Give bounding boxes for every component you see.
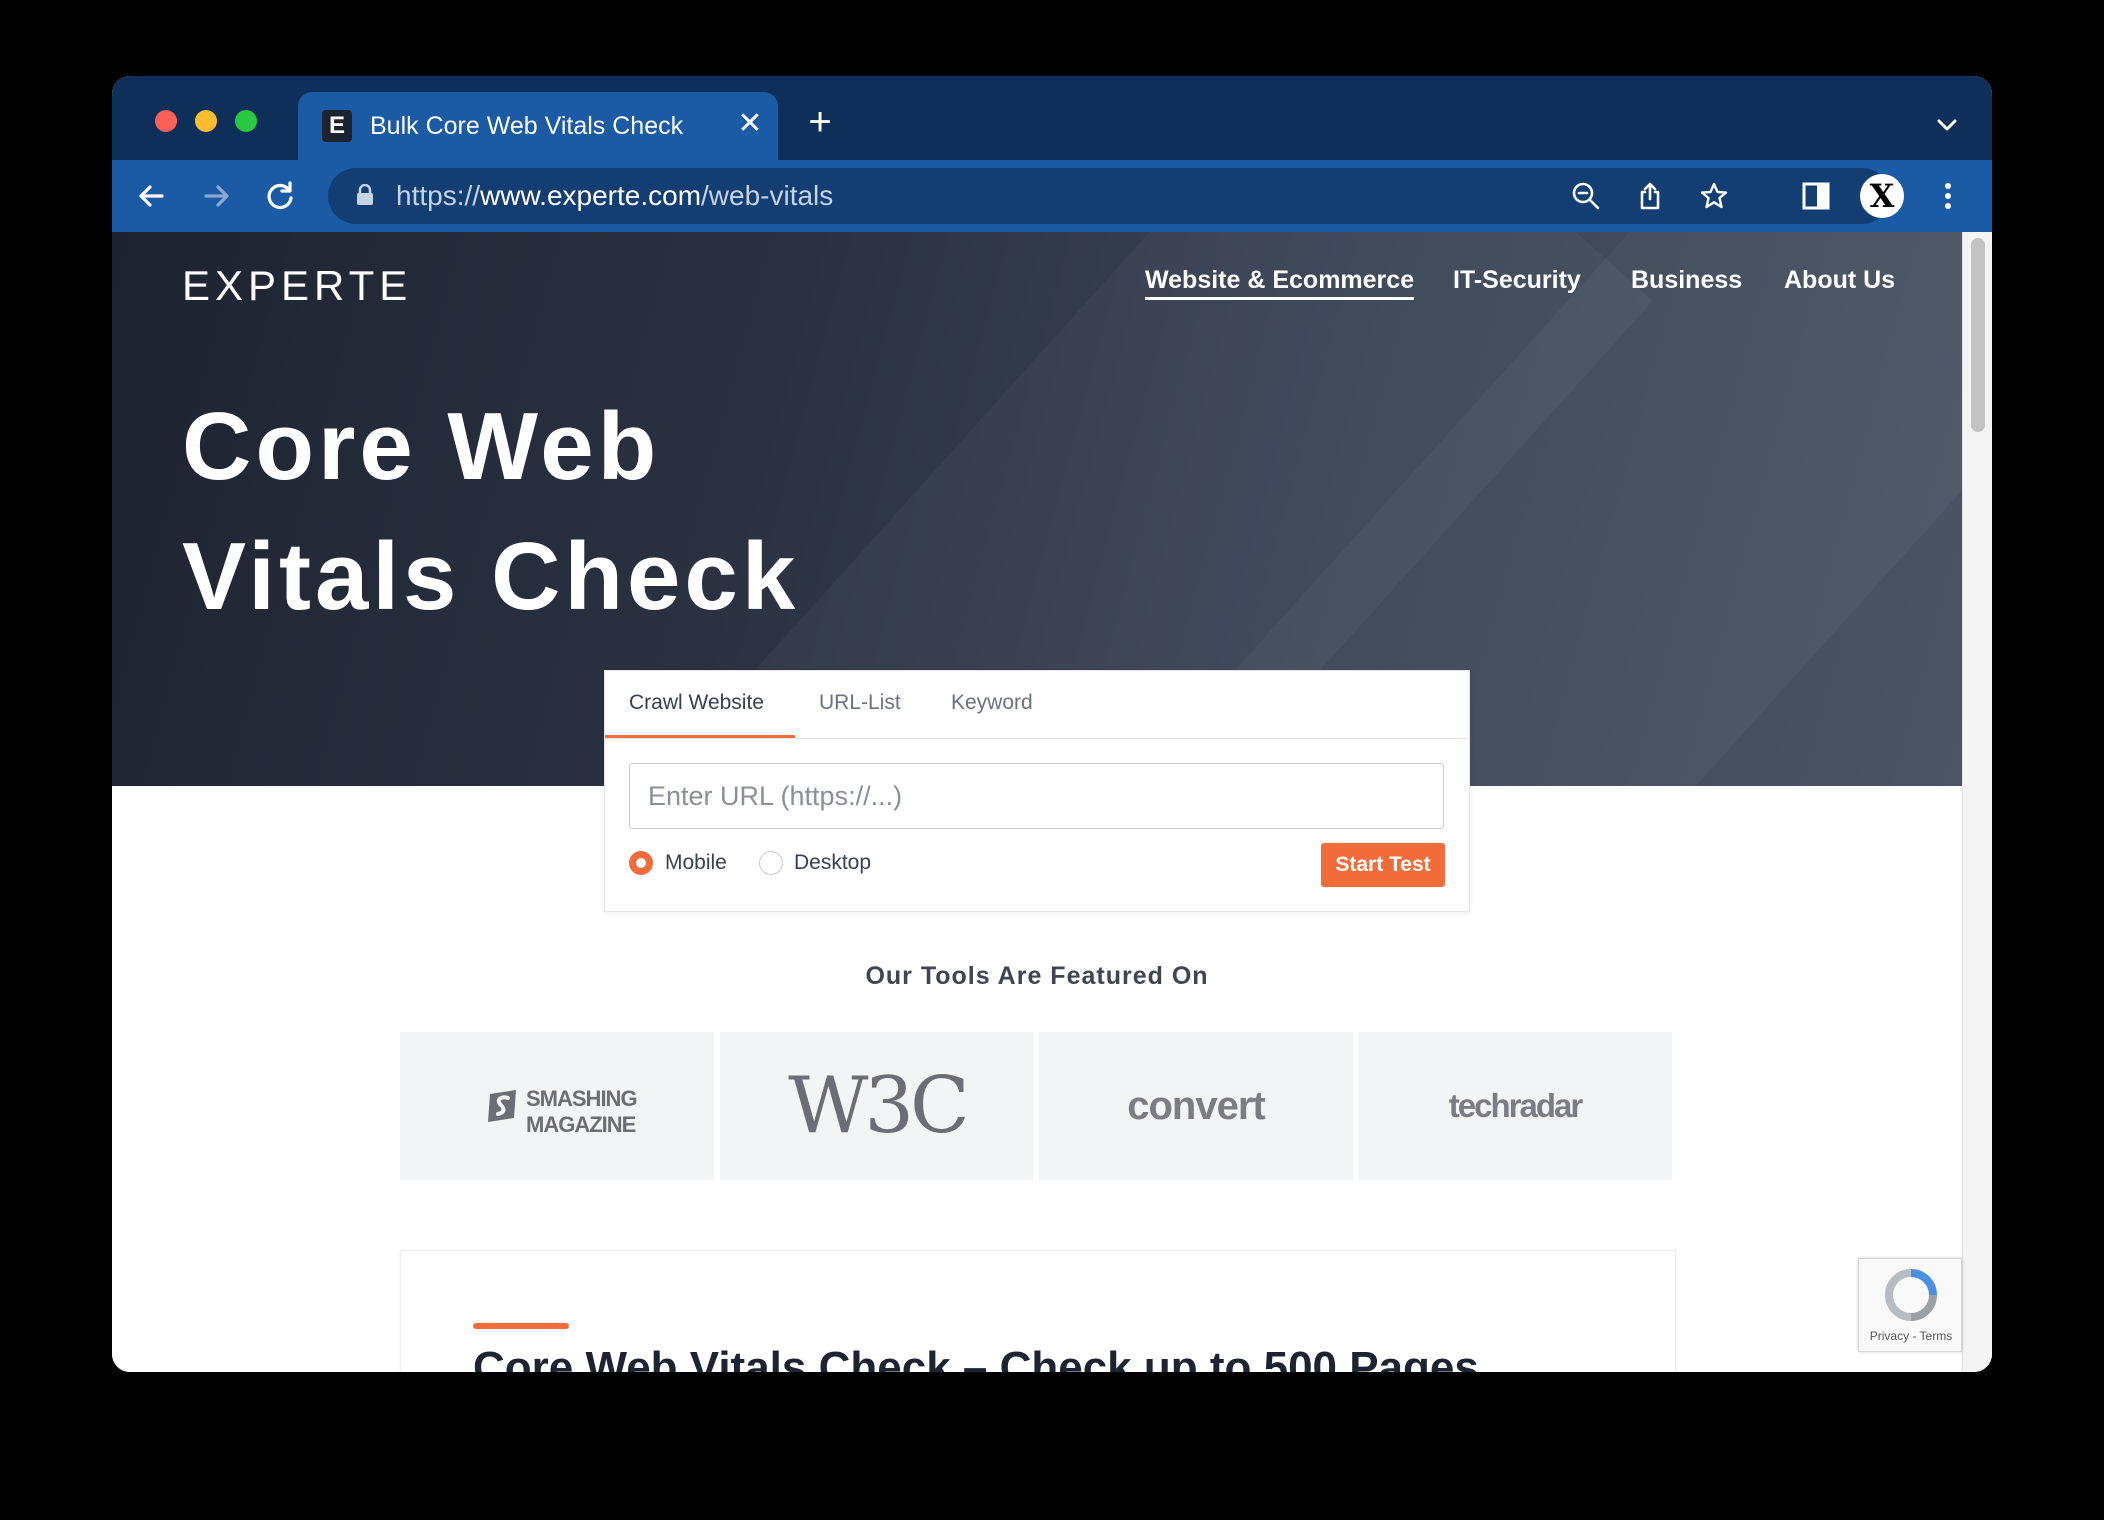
page-scrollbar[interactable] — [1962, 232, 1992, 1372]
logo-convert: convert — [1039, 1032, 1353, 1180]
page-viewport: EXPERTE Website & Ecommerce IT-Security … — [112, 232, 1992, 1372]
address-bar[interactable]: https://www.experte.com/web-vitals — [328, 168, 1890, 224]
smashing-s-icon — [488, 1090, 516, 1122]
experte-favicon-icon: E — [322, 110, 352, 142]
nav-it-security[interactable]: IT-Security — [1453, 266, 1581, 295]
logo-smashing-magazine: SMASHING MAGAZINE — [400, 1032, 714, 1180]
start-test-button[interactable]: Start Test — [1321, 843, 1445, 887]
chevron-down-icon[interactable] — [1932, 110, 1962, 140]
tab-crawl-website[interactable]: Crawl Website — [629, 691, 764, 715]
tab-title: Bulk Core Web Vitals Check » Test — [370, 112, 690, 140]
recaptcha-badge[interactable]: Privacy - Terms — [1858, 1258, 1962, 1352]
smashing-wordmark: SMASHING MAGAZINE — [526, 1086, 638, 1137]
url-text: https://www.experte.com/web-vitals — [396, 180, 834, 211]
side-panel-icon[interactable] — [1796, 176, 1836, 216]
share-icon[interactable] — [1634, 180, 1666, 212]
mobile-label[interactable]: Mobile — [665, 851, 727, 875]
featured-heading: Our Tools Are Featured On — [865, 962, 1209, 990]
nav-business[interactable]: Business — [1631, 266, 1742, 295]
browser-toolbar: https://www.experte.com/web-vitals X — [112, 160, 1992, 232]
logo-w3c: W3C — [720, 1032, 1034, 1180]
recaptcha-icon — [1884, 1269, 1937, 1321]
nav-about-us[interactable]: About Us — [1784, 266, 1895, 295]
test-tool-panel: Crawl Website URL-List Keyword Mobile De… — [604, 670, 1470, 912]
desktop-radio[interactable] — [759, 851, 783, 875]
bookmark-star-icon[interactable] — [1698, 180, 1730, 212]
lock-icon — [357, 184, 373, 205]
recaptcha-links[interactable]: Privacy - Terms — [1859, 1329, 1963, 1343]
scrollbar-thumb[interactable] — [1971, 238, 1985, 432]
article-card: Core Web Vitals Check – Check up to 500 … — [400, 1250, 1676, 1372]
desktop-label[interactable]: Desktop — [794, 851, 871, 875]
back-icon[interactable] — [132, 176, 172, 216]
zoom-out-icon[interactable] — [1570, 180, 1602, 212]
page-title: Core Web Vitals Check — [182, 393, 800, 630]
active-tab-indicator — [605, 735, 795, 738]
forward-icon[interactable] — [196, 176, 236, 216]
article-heading: Core Web Vitals Check – Check up to 500 … — [473, 1343, 1479, 1372]
new-tab-icon[interactable]: + — [800, 102, 840, 144]
zoom-window-button[interactable] — [235, 110, 257, 132]
url-input[interactable] — [629, 763, 1444, 829]
active-tab[interactable]: E Bulk Core Web Vitals Check » Test ✕ — [298, 92, 778, 160]
heading-accent-line — [473, 1323, 569, 1329]
minimize-window-button[interactable] — [195, 110, 217, 132]
site-logo[interactable]: EXPERTE — [182, 262, 412, 310]
browser-window: E Bulk Core Web Vitals Check » Test ✕ + … — [112, 76, 1992, 1372]
reload-icon[interactable] — [260, 176, 300, 216]
tab-strip: E Bulk Core Web Vitals Check » Test ✕ + — [112, 76, 1992, 160]
mobile-radio[interactable] — [629, 851, 653, 875]
tab-close-icon[interactable]: ✕ — [732, 106, 768, 142]
more-menu-icon[interactable] — [1928, 176, 1968, 216]
nav-website-ecommerce[interactable]: Website & Ecommerce — [1145, 266, 1415, 300]
logo-techradar: techradar — [1358, 1032, 1672, 1180]
tab-keyword[interactable]: Keyword — [951, 691, 1033, 715]
close-window-button[interactable] — [155, 110, 177, 132]
profile-avatar[interactable]: X — [1860, 174, 1904, 218]
tab-url-list[interactable]: URL-List — [819, 691, 901, 715]
tool-tabs: Crawl Website URL-List Keyword — [605, 671, 1469, 739]
